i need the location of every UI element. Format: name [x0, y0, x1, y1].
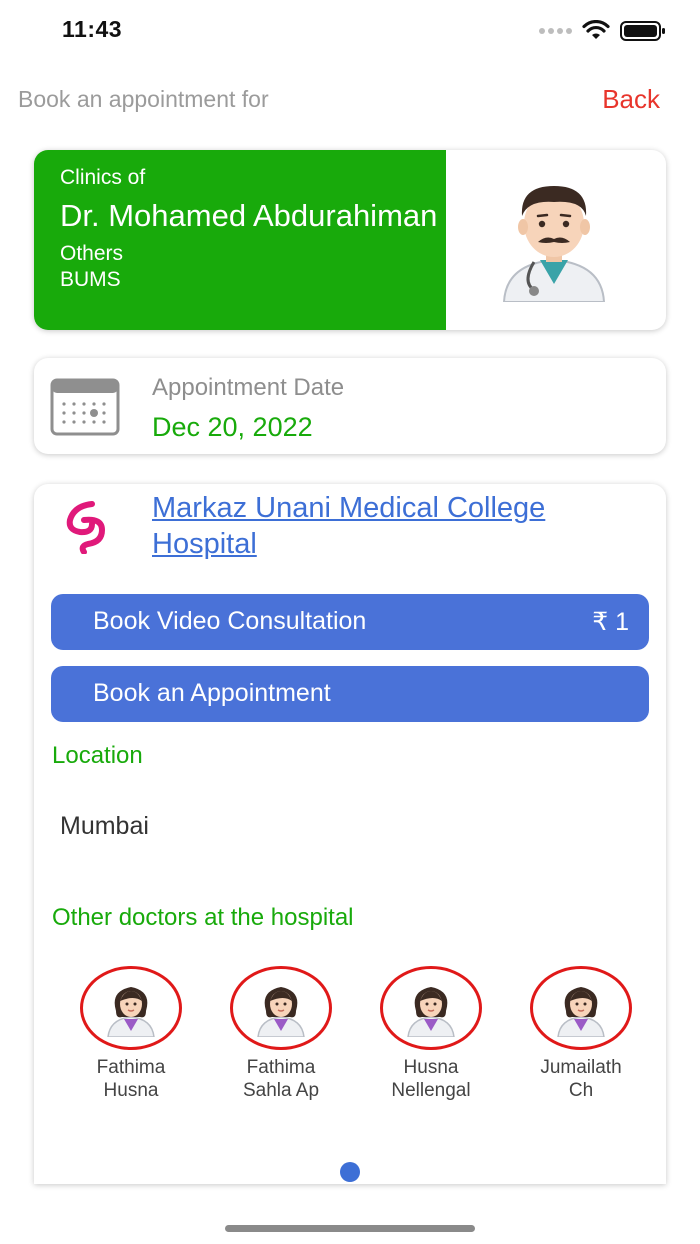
female-doctor-icon — [380, 966, 482, 1050]
page-title: Book an appointment for — [18, 86, 269, 112]
other-doctor-name: Fathima Sahla Ap — [242, 1057, 320, 1101]
status-time: 11:43 — [62, 16, 123, 42]
book-video-consultation-button[interactable]: Book Video Consultation ₹ 1 — [51, 594, 649, 650]
hospital-logo-icon — [66, 501, 106, 554]
video-consultation-price: ₹ 1 — [592, 608, 629, 636]
other-doctor-name: Fathima Husna — [96, 1057, 166, 1101]
wifi-icon — [582, 20, 610, 39]
other-doctors-label: Other doctors at the hospital — [52, 904, 354, 931]
page-indicator-dot[interactable] — [340, 1162, 360, 1182]
video-consultation-label: Book Video Consultation — [93, 607, 367, 635]
male-doctor-icon — [502, 186, 606, 302]
female-doctor-icon — [530, 966, 632, 1050]
location-value: Mumbai — [60, 812, 149, 840]
female-doctor-icon — [230, 966, 332, 1050]
home-indicator[interactable] — [225, 1225, 475, 1232]
doctor-specialty: Others — [60, 242, 124, 265]
female-doctor-icon — [80, 966, 182, 1050]
battery-icon — [620, 21, 665, 41]
hospital-name-link[interactable]: Markaz Unani Medical College Hospital — [152, 490, 572, 562]
other-doctor-item[interactable]: Fathima Husna — [66, 966, 196, 1102]
status-bar: 11:43 — [0, 0, 700, 64]
doctor-name: Dr. Mohamed Abdurahiman — [60, 198, 438, 233]
appointment-date-label: Appointment Date — [152, 374, 345, 401]
appointment-date-card[interactable]: Appointment Date Dec 20, 2022 — [34, 358, 666, 454]
status-icons — [539, 20, 666, 42]
doctor-card: Clinics of Dr. Mohamed Abdurahiman Other… — [34, 150, 666, 330]
other-doctor-name: Jumailath Ch — [540, 1057, 622, 1101]
appointment-date-value: Dec 20, 2022 — [152, 412, 313, 442]
doctor-degree: BUMS — [60, 268, 121, 291]
other-doctor-item[interactable]: Fathima Sahla Ap — [216, 966, 346, 1102]
hospital-card: Markaz Unani Medical College Hospital Bo… — [34, 484, 666, 1184]
book-appointment-button[interactable]: Book an Appointment — [51, 666, 649, 722]
book-appointment-label: Book an Appointment — [93, 679, 331, 707]
other-doctors-list: Fathima Husna Fathima Sahla Ap Husna Nel… — [66, 966, 646, 1116]
nav-bar: Book an appointment for Back — [0, 78, 700, 122]
other-doctor-item[interactable]: Jumailath Ch — [516, 966, 646, 1102]
other-doctor-name: Husna Nellengal — [391, 1057, 471, 1101]
cellular-signal-icon — [539, 28, 572, 34]
location-label: Location — [52, 742, 143, 769]
back-button[interactable]: Back — [602, 84, 660, 115]
doctor-info-panel: Clinics of Dr. Mohamed Abdurahiman Other… — [34, 150, 446, 330]
clinics-of-label: Clinics of — [60, 166, 146, 189]
other-doctor-item[interactable]: Husna Nellengal — [366, 966, 496, 1102]
calendar-icon — [50, 378, 120, 436]
